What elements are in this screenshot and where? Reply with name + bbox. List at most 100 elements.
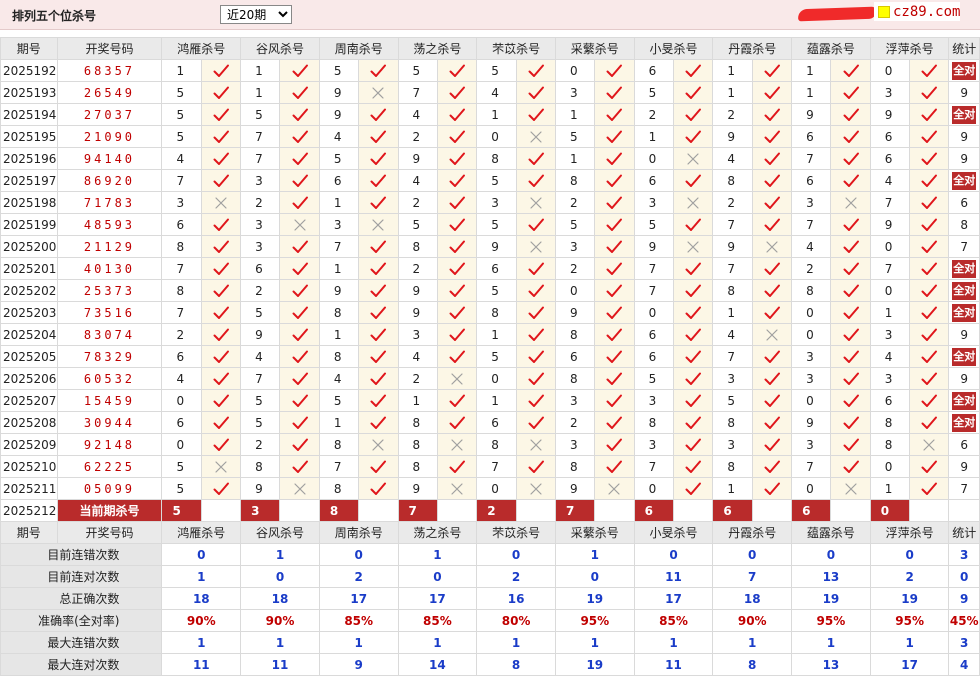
check-icon <box>921 394 938 407</box>
winning-number: 21129 <box>56 235 163 258</box>
check-icon <box>449 64 466 77</box>
stat-value: 11 <box>633 565 714 588</box>
kill-number: 7 <box>633 257 675 280</box>
table-row: 2025201 40130 7 6 1 2 6 2 7 7 2 7 全对 <box>0 257 980 280</box>
kill-number: 0 <box>554 279 596 302</box>
winning-number: 94140 <box>56 147 163 170</box>
all-right-badge: 全对 <box>952 281 977 300</box>
kill-number: 1 <box>633 125 675 148</box>
column-header: 浮萍杀号 <box>869 37 950 60</box>
stat-row: 准确率(全对率) 90% 90% 85% 85% 80% 95% 85% 90% 95% 95% 45… <box>0 609 980 632</box>
check-icon <box>685 174 702 187</box>
check-icon <box>292 416 308 429</box>
kill-number: 7 <box>633 279 675 302</box>
cross-icon <box>844 482 857 495</box>
check-mark-icon <box>436 257 478 280</box>
kill-number: 7 <box>161 301 202 324</box>
winning-number: 27037 <box>56 103 163 126</box>
kill-number: 7 <box>791 147 832 170</box>
stat-value: 8 <box>476 653 556 676</box>
check-icon <box>843 86 859 99</box>
kill-number: 3 <box>554 81 596 104</box>
check-icon <box>606 460 623 473</box>
check-mark-icon <box>830 367 871 390</box>
column-header: 期号 <box>0 521 58 544</box>
all-right-badge: 全对 <box>952 347 977 366</box>
kill-number: 3 <box>240 213 281 236</box>
check-icon <box>606 196 623 209</box>
check-icon <box>449 328 466 341</box>
winning-number: 25373 <box>56 279 163 302</box>
kill-number: 2 <box>397 257 438 280</box>
kill-number: 8 <box>712 455 753 478</box>
check-mark-icon <box>594 411 635 434</box>
stat-value: 1 <box>397 543 478 566</box>
check-icon <box>764 130 780 143</box>
current-kill-number: 5 <box>161 499 202 522</box>
check-icon <box>213 108 229 121</box>
check-icon <box>685 328 702 341</box>
check-mark-icon <box>830 389 871 412</box>
check-mark-icon <box>279 411 320 434</box>
issue-number: 2025194 <box>0 103 58 126</box>
check-icon <box>292 284 308 297</box>
winning-number: 73516 <box>56 301 163 324</box>
check-mark-icon <box>909 81 950 104</box>
check-mark-icon <box>358 125 399 148</box>
check-icon <box>370 262 387 275</box>
kill-number: 0 <box>476 477 517 500</box>
cross-icon <box>372 218 384 231</box>
check-icon <box>685 130 702 143</box>
check-mark-icon <box>672 367 714 390</box>
kill-number: 9 <box>791 103 832 126</box>
kill-number: 7 <box>161 257 202 280</box>
check-mark-icon <box>672 59 714 82</box>
cross-mark-icon <box>358 81 399 104</box>
check-icon <box>449 108 466 121</box>
check-icon <box>292 262 308 275</box>
stat-value: 0 <box>240 565 320 588</box>
kill-number: 7 <box>869 257 911 280</box>
issue-number: 2025211 <box>0 477 58 500</box>
check-icon <box>213 482 229 495</box>
check-icon <box>449 86 466 99</box>
check-icon <box>213 174 229 187</box>
stat-value: 90% <box>161 609 242 632</box>
kill-number: 3 <box>712 367 753 390</box>
check-icon <box>528 350 544 363</box>
check-mark-icon <box>594 169 635 192</box>
kill-number: 3 <box>633 389 675 412</box>
check-mark-icon <box>436 411 478 434</box>
check-mark-icon <box>279 147 320 170</box>
period-select[interactable]: 近20期 <box>220 5 292 24</box>
check-mark-icon <box>358 279 399 302</box>
winning-number: 83074 <box>56 323 163 346</box>
kill-number: 6 <box>869 389 911 412</box>
row-stat: 全对 <box>948 411 980 434</box>
stat-value: 7 <box>712 565 793 588</box>
cross-mark-icon <box>436 477 478 500</box>
kill-number: 2 <box>397 125 438 148</box>
check-mark-icon <box>830 169 871 192</box>
current-kill-number: 6 <box>712 499 753 522</box>
check-mark-icon <box>751 147 793 170</box>
check-mark-icon <box>594 125 635 148</box>
current-kill-number: 2 <box>476 499 517 522</box>
kill-number: 6 <box>161 213 202 236</box>
stat-value: 90% <box>712 609 793 632</box>
kill-number: 5 <box>554 125 596 148</box>
site-logo[interactable]: cz89.com <box>874 2 961 21</box>
stat-label: 最大连对次数 <box>0 653 163 676</box>
kill-number: 9 <box>476 235 517 258</box>
row-stat: 全对 <box>948 301 980 324</box>
check-mark-icon <box>358 389 399 412</box>
cross-mark-icon <box>358 433 399 456</box>
cross-mark-icon <box>515 125 556 148</box>
check-icon <box>606 372 623 385</box>
stat-value: 1 <box>869 631 950 654</box>
kill-number: 2 <box>712 103 753 126</box>
stat-value: 1 <box>318 631 399 654</box>
check-icon <box>921 372 938 385</box>
issue-number: 2025202 <box>0 279 58 302</box>
kill-number: 7 <box>476 455 517 478</box>
